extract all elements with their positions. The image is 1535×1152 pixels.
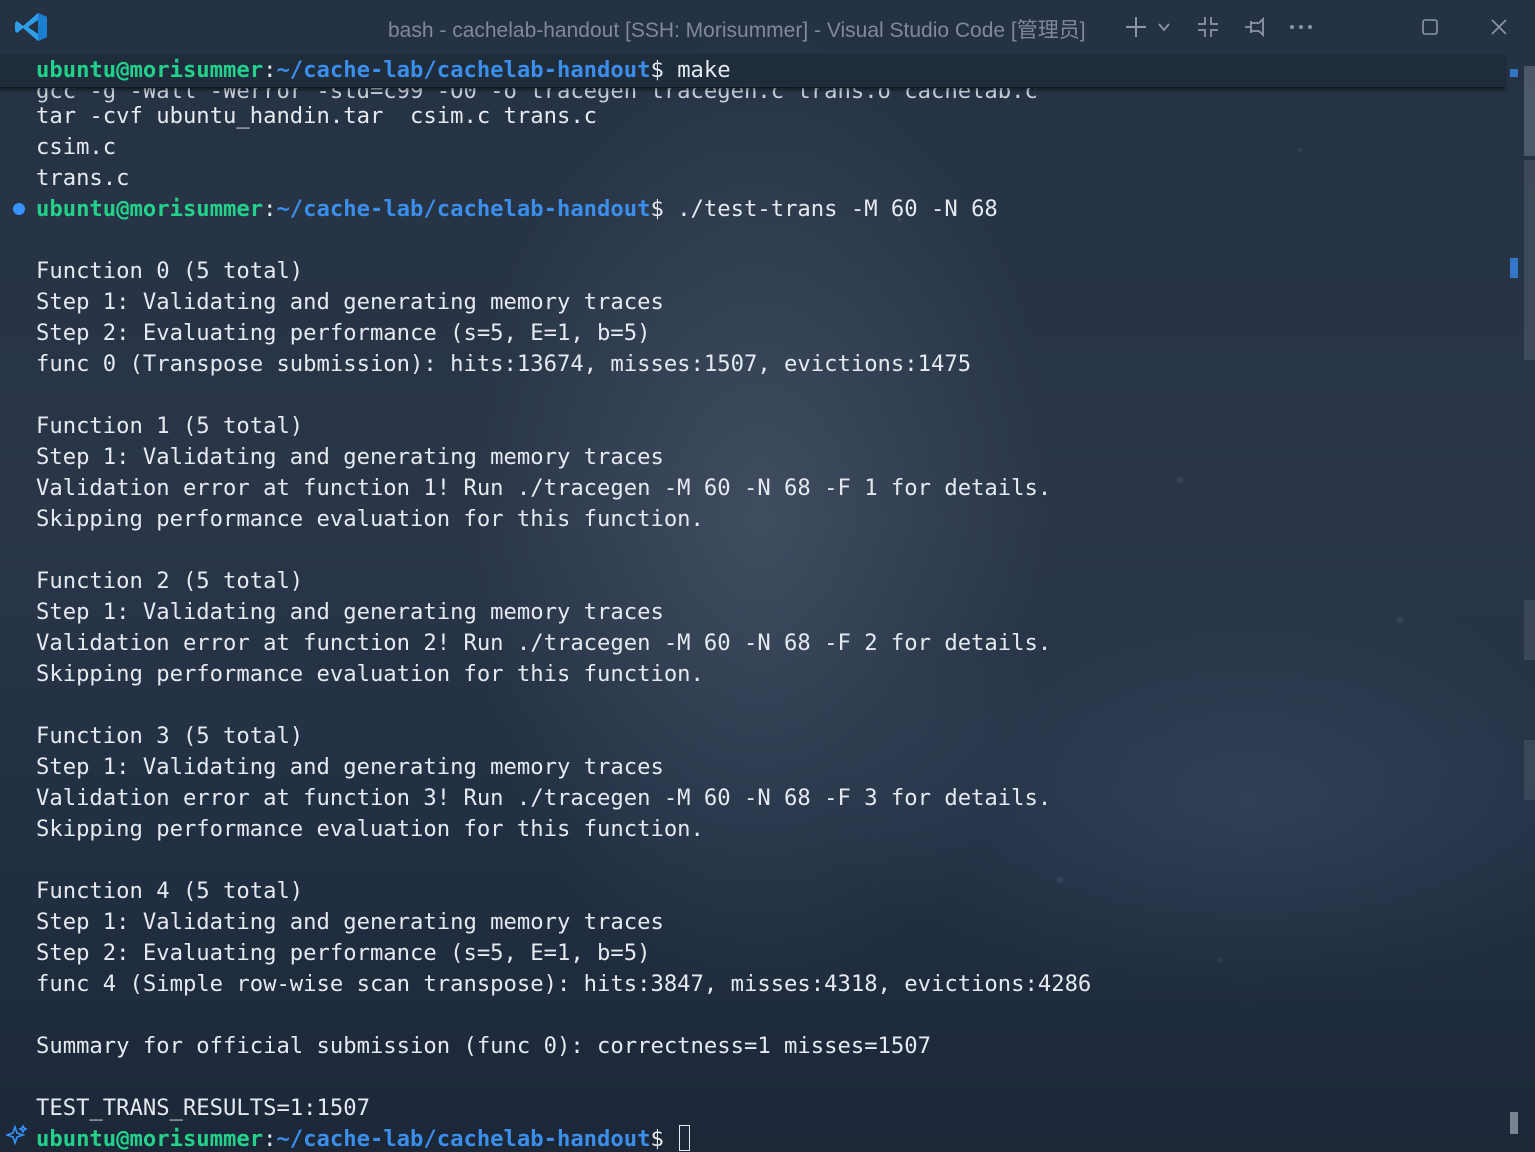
sparkle-icon[interactable]: [4, 1124, 30, 1148]
terminal-line: Validation error at function 3! Run ./tr…: [36, 785, 1052, 811]
window-title: bash - cachelab-handout [SSH: Morisummer…: [388, 19, 1086, 42]
chevron-down-icon[interactable]: [1152, 12, 1176, 42]
terminal-panel[interactable]: gcc -g -Wall -Werror -std=c99 -O0 -o tra…: [36, 54, 1496, 1152]
title-bar: bash - cachelab-handout [SSH: Morisummer…: [0, 0, 1535, 54]
terminal-line: Step 2: Evaluating performance (s=5, E=1…: [36, 940, 651, 966]
terminal-line: Step 2: Evaluating performance (s=5, E=1…: [36, 320, 651, 346]
terminal-line: Function 4 (5 total): [36, 878, 304, 904]
terminal-line: Summary for official submission (func 0)…: [36, 1033, 931, 1059]
terminal-line: TEST_TRANS_RESULTS=1:1507: [36, 1095, 370, 1121]
scrollbar-thumb[interactable]: [1510, 1112, 1518, 1134]
terminal-line: Function 3 (5 total): [36, 723, 304, 749]
sticky-prompt-line: ubuntu@morisummer:~/cache-lab/cachelab-h…: [36, 55, 731, 86]
sticky-scroll-header[interactable]: ubuntu@morisummer:~/cache-lab/cachelab-h…: [0, 54, 1505, 88]
terminal-line: csim.c: [36, 134, 117, 160]
pin-icon[interactable]: [1240, 12, 1270, 42]
vscode-logo-icon: [15, 13, 47, 41]
prompt-dollar: $: [650, 196, 664, 222]
vscode-window: bash - cachelab-handout [SSH: Morisummer…: [0, 0, 1535, 1152]
prompt-dollar: $: [650, 57, 664, 83]
scrollbar-marker: [1510, 258, 1518, 278]
outer-scrollbar-segment: [1524, 160, 1535, 360]
terminal-line: Function 2 (5 total): [36, 568, 304, 594]
terminal-command: ./test-trans -M 60 -N 68: [663, 196, 998, 222]
prompt-colon: :: [263, 196, 277, 222]
terminal-line: Skipping performance evaluation for this…: [36, 816, 704, 842]
prompt-colon: :: [263, 1126, 277, 1152]
terminal-cursor: [679, 1125, 691, 1151]
prompt-path: ~/cache-lab/cachelab-handout: [276, 1126, 651, 1152]
terminal-line: Validation error at function 1! Run ./tr…: [36, 475, 1052, 501]
terminal-line: Step 1: Validating and generating memory…: [36, 909, 664, 935]
terminal-line: Step 1: Validating and generating memory…: [36, 599, 664, 625]
command-decoration-dot[interactable]: [13, 203, 25, 215]
outer-scrollbar[interactable]: [1524, 66, 1535, 156]
prompt-path: ~/cache-lab/cachelab-handout: [276, 196, 651, 222]
prompt-colon: :: [263, 57, 277, 83]
terminal-prompt-line: ubuntu@morisummer:~/cache-lab/cachelab-h…: [36, 194, 998, 225]
terminal-line: trans.c: [36, 165, 130, 191]
outer-scrollbar-segment: [1524, 740, 1535, 800]
terminal-line: tar -cvf ubuntu_handin.tar csim.c trans.…: [36, 103, 598, 129]
outer-scrollbar-segment: [1524, 600, 1535, 660]
terminal-line: Step 1: Validating and generating memory…: [36, 754, 664, 780]
terminal-line: Step 1: Validating and generating memory…: [36, 289, 664, 315]
prompt-user: ubuntu@morisummer: [36, 1126, 264, 1152]
terminal-prompt-line[interactable]: ubuntu@morisummer:~/cache-lab/cachelab-h…: [36, 1124, 691, 1152]
terminal-scrollbar[interactable]: [1509, 66, 1519, 1152]
terminal-line: Step 1: Validating and generating memory…: [36, 444, 664, 470]
new-terminal-plus-icon[interactable]: [1121, 12, 1151, 42]
terminal-input[interactable]: [664, 1126, 677, 1152]
scrollbar-marker: [1510, 69, 1518, 77]
prompt-user: ubuntu@morisummer: [36, 196, 264, 222]
close-icon[interactable]: [1484, 12, 1514, 42]
prompt-path: ~/cache-lab/cachelab-handout: [276, 57, 651, 83]
terminal-line: Validation error at function 2! Run ./tr…: [36, 630, 1052, 656]
exit-fullscreen-icon[interactable]: [1193, 12, 1223, 42]
maximize-icon[interactable]: [1415, 12, 1445, 42]
sticky-command: make: [663, 57, 731, 83]
more-icon[interactable]: [1286, 12, 1316, 42]
terminal-line: func 4 (Simple row-wise scan transpose):…: [36, 971, 1092, 997]
terminal-line: Skipping performance evaluation for this…: [36, 661, 704, 687]
prompt-dollar: $: [650, 1126, 664, 1152]
terminal-line: Function 1 (5 total): [36, 413, 304, 439]
prompt-user: ubuntu@morisummer: [36, 57, 264, 83]
terminal-line: func 0 (Transpose submission): hits:1367…: [36, 351, 972, 377]
terminal-line: Function 0 (5 total): [36, 258, 304, 284]
terminal-line: Skipping performance evaluation for this…: [36, 506, 704, 532]
